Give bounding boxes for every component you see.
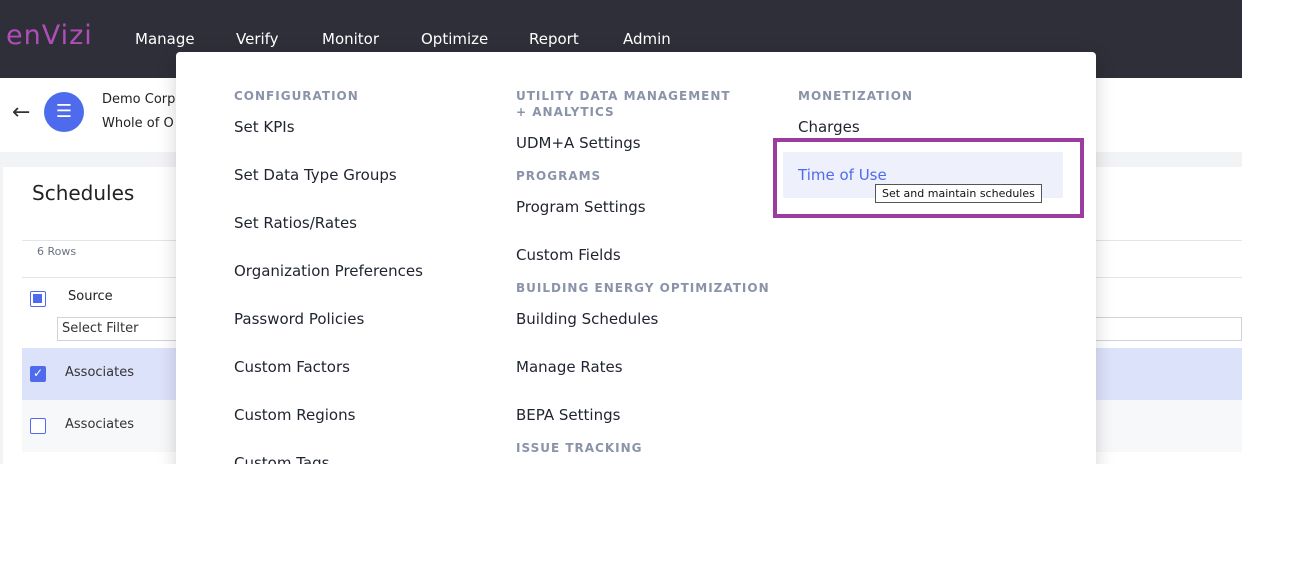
tooltip: Set and maintain schedules: [875, 184, 1042, 203]
annotation-highlight-box: [773, 138, 1084, 218]
menu-custom-regions[interactable]: Custom Regions: [234, 406, 355, 424]
menu-udma-settings[interactable]: UDM+A Settings: [516, 134, 641, 152]
cell-source: Associates: [65, 417, 134, 432]
row-checkbox[interactable]: [30, 366, 46, 382]
cell-source: Associates: [65, 365, 134, 380]
menu-program-settings[interactable]: Program Settings: [516, 198, 646, 216]
arrow-left-icon[interactable]: ←: [12, 100, 30, 125]
admin-mega-menu: CONFIGURATION Set KPIs Set Data Type Gro…: [176, 52, 1096, 464]
menu-bepa-settings[interactable]: BEPA Settings: [516, 406, 620, 424]
menu-custom-fields[interactable]: Custom Fields: [516, 246, 621, 264]
section-building-energy-optimization: BUILDING ENERGY OPTIMIZATION: [516, 281, 770, 295]
nav-admin[interactable]: Admin: [623, 30, 671, 48]
section-monetization: MONETIZATION: [798, 89, 913, 103]
menu-charges[interactable]: Charges: [798, 118, 860, 136]
hamburger-icon[interactable]: ☰: [44, 92, 84, 132]
nav-manage[interactable]: Manage: [135, 30, 195, 48]
nav-optimize[interactable]: Optimize: [421, 30, 488, 48]
section-udm-analytics: UTILITY DATA MANAGEMENT + ANALYTICS: [516, 89, 731, 119]
menu-set-ratios-rates[interactable]: Set Ratios/Rates: [234, 214, 357, 232]
menu-organization-preferences[interactable]: Organization Preferences: [234, 262, 423, 280]
breadcrumb-organization[interactable]: Demo Corpo: [102, 92, 183, 107]
app-window: enVizi Manage Verify Monitor Optimize Re…: [0, 0, 1242, 464]
menu-password-policies[interactable]: Password Policies: [234, 310, 364, 328]
menu-manage-rates[interactable]: Manage Rates: [516, 358, 623, 376]
menu-set-kpis[interactable]: Set KPIs: [234, 118, 295, 136]
section-configuration: CONFIGURATION: [234, 89, 359, 103]
menu-custom-factors[interactable]: Custom Factors: [234, 358, 350, 376]
menu-set-data-type-groups[interactable]: Set Data Type Groups: [234, 166, 397, 184]
column-header-source[interactable]: Source: [68, 289, 113, 304]
menu-custom-tags[interactable]: Custom Tags: [234, 454, 329, 464]
section-issue-tracking: ISSUE TRACKING: [516, 441, 643, 455]
row-checkbox[interactable]: [30, 418, 46, 434]
rows-count: 6 Rows: [37, 245, 77, 258]
breadcrumb-location[interactable]: Whole of O: [102, 116, 174, 131]
nav-report[interactable]: Report: [529, 30, 579, 48]
nav-verify[interactable]: Verify: [236, 30, 279, 48]
envizi-logo[interactable]: enVizi: [6, 20, 93, 51]
nav-monitor[interactable]: Monitor: [322, 30, 379, 48]
select-all-checkbox[interactable]: [30, 291, 46, 307]
section-programs: PROGRAMS: [516, 169, 602, 183]
menu-building-schedules[interactable]: Building Schedules: [516, 310, 658, 328]
page-title: Schedules: [32, 181, 135, 205]
